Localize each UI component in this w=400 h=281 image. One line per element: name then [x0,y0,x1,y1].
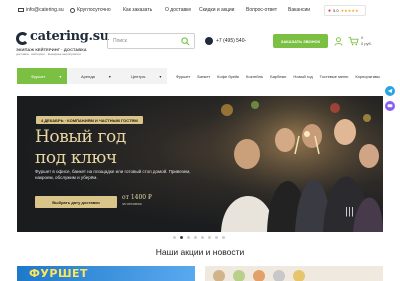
category-guest-menu[interactable]: Гостевые меню [320,74,349,79]
hero-badge: 4 ДЕКАБРЬ · КОМПАНИЯМ И ЧАСТНЫМ ГОСТЯМ [36,116,143,124]
hero-price: от 1400 ₽ за человека [122,194,152,208]
dropdown-centers[interactable]: Центры ▾ [117,68,167,84]
side-floating-icons [385,86,395,111]
topnav-faq[interactable]: Вопрос-ответ [246,7,277,13]
chevron-down-icon: ▾ [159,73,162,79]
carousel-dot[interactable] [180,236,183,239]
rating-widget[interactable]: ● 5.0 ★★★★★ [324,5,366,16]
promo-card-food[interactable] [205,266,383,281]
hero-price-note: за человека [122,202,142,206]
topnav-vacancies[interactable]: Вакансии [288,7,310,13]
header-icons [334,36,359,46]
category-coffee-break[interactable]: Кофе брейк [217,74,239,79]
carousel-dots [173,236,225,239]
promo-card-buffet-text: ФУРШЕТ [29,267,89,280]
hero-photo [207,96,383,232]
search-input[interactable]: Поиск [107,33,195,49]
phone-number: +7 (495) 540- [216,38,247,44]
category-new-year[interactable]: Новый год [293,74,312,79]
category-nav: Фуршет Банкет Кофе брейк Коктейль Барбек… [176,74,380,79]
phone-icon [205,37,213,45]
category-bbq[interactable]: Барбекю [270,74,286,79]
map-pin-icon: ● [328,7,332,14]
working-hours: Круглосуточно [70,7,111,13]
carousel-dot[interactable] [222,236,225,239]
carousel-dot[interactable] [187,236,190,239]
carousel-dot[interactable] [173,236,176,239]
cart-icon[interactable] [348,36,359,46]
hero-price-value: от 1400 ₽ [122,194,152,201]
dropdown-centers-label: Центры [131,73,146,79]
cart-summary[interactable]: 0 0 руб. [361,35,372,46]
search-placeholder: Поиск [113,38,127,44]
tagline-sub: доставка · кейтеринг · выездные мероприя… [16,52,81,56]
topnav-discounts[interactable]: Скидки и акции [199,7,234,13]
carousel-dot[interactable] [201,236,204,239]
hero-title-line1: Новый год [35,127,126,147]
cart-count: 0 [361,35,364,40]
carousel-dot[interactable] [215,236,218,239]
rating-value: 5.0 [333,8,339,13]
promo-section-title: Наши акции и новости [155,247,245,257]
dropdown-buffet[interactable]: Фуршет ▾ [17,68,67,84]
hero-banner[interactable]: 4 ДЕКАБРЬ · КОМПАНИЯМ И ЧАСТНЫМ ГОСТЯМ Н… [17,96,383,232]
dropdown-rent-label: Аренда [81,73,95,79]
search-icon[interactable] [181,37,190,46]
chevron-down-icon: ▾ [59,73,62,79]
hero-description: Фуршет в офисе, банкет на площадке или г… [35,169,191,180]
chevron-down-icon: ▾ [108,73,111,79]
category-corporate[interactable]: Корпоративы [355,74,380,79]
carousel-dot[interactable] [208,236,211,239]
hero-brand-mark-icon: ||| [345,207,355,217]
category-buffet[interactable]: Фуршет [176,74,190,79]
nav-labels: ДОСТАВКА ЕДЫ ВЫЕЗДНОЕ ОБСЛУЖИВАНИЕ [0,60,400,126]
promo-card-buffet[interactable]: ФУРШЕТ [17,266,195,281]
category-banquet[interactable]: Банкет [197,74,210,79]
order-call-button[interactable]: ЗАКАЗАТЬ ЗВОНОК [273,34,328,48]
telegram-icon[interactable] [385,86,395,96]
clock-icon [70,7,75,13]
email-text: info@catering.su [26,7,64,13]
user-icon[interactable] [334,36,343,46]
category-cocktail[interactable]: Коктейль [246,74,263,79]
phone-link[interactable]: +7 (495) 540- [205,37,246,45]
carousel-dot[interactable] [194,236,197,239]
email-link[interactable]: info@catering.su [18,7,64,13]
mail-icon [18,8,24,12]
choose-date-button[interactable]: Выбрать дату доставки [35,196,117,208]
hours-text: Круглосуточно [77,7,111,13]
promo-food-image [213,270,305,281]
logo-text[interactable]: catering.su [30,29,109,44]
topnav-delivery[interactable]: О доставке [165,7,191,13]
logo-icon[interactable] [16,32,29,45]
topbar: info@catering.su Круглосуточно Как заказ… [0,0,400,20]
chat-icon[interactable] [385,101,395,111]
hero-title-line2: под ключ [35,148,117,168]
dropdown-buffet-label: Фуршет [31,73,46,79]
cart-sum: 0 руб. [361,41,372,46]
dropdown-rent[interactable]: Аренда ▾ [67,68,117,84]
rating-stars: ★★★★★ [340,8,359,13]
topnav-how-to-order[interactable]: Как заказать [123,7,152,13]
